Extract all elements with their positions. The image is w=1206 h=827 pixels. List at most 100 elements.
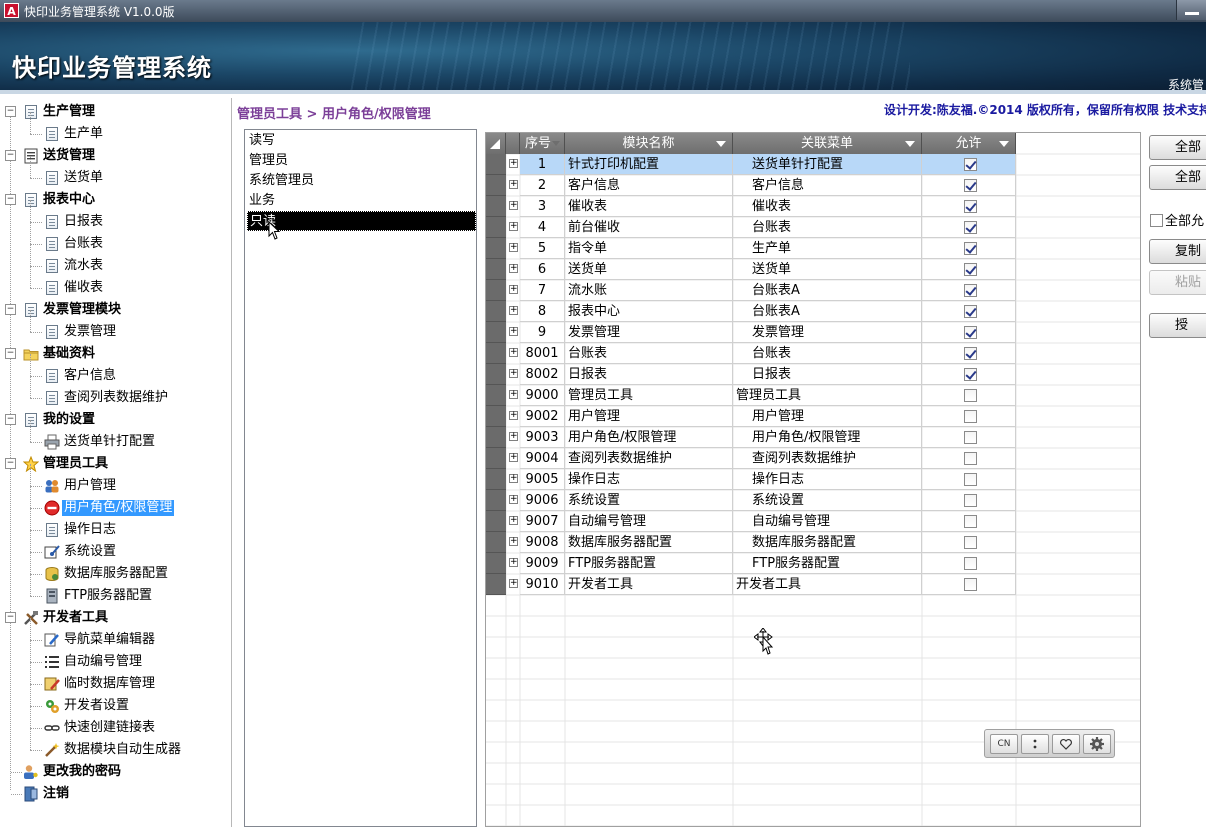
tree-item-28[interactable]: 快速创建链接表 bbox=[0, 706, 231, 738]
row-expander[interactable]: + bbox=[507, 301, 520, 322]
table-row[interactable]: +9000 管理员工具 管理员工具 bbox=[486, 385, 1140, 406]
ime-settings-button[interactable] bbox=[1083, 734, 1111, 754]
copy-button[interactable]: 复制 bbox=[1149, 239, 1206, 264]
row-selector[interactable] bbox=[486, 490, 506, 511]
allow-checkbox[interactable] bbox=[964, 221, 977, 234]
row-selector[interactable] bbox=[486, 532, 506, 553]
role-item[interactable]: 管理员 bbox=[247, 151, 476, 171]
collapse-icon[interactable]: − bbox=[5, 304, 16, 315]
row-selector[interactable] bbox=[486, 217, 506, 238]
allow-checkbox[interactable] bbox=[964, 536, 977, 549]
tree-item-24[interactable]: 导航菜单编辑器 bbox=[0, 618, 231, 650]
row-expander[interactable]: + bbox=[507, 343, 520, 364]
allow-checkbox[interactable] bbox=[964, 158, 977, 171]
tree-item-14[interactable]: − 我的设置 bbox=[0, 410, 231, 430]
tree-item-15[interactable]: 送货单针打配置 bbox=[0, 420, 231, 452]
row-expander[interactable]: + bbox=[507, 196, 520, 217]
tree-item-19[interactable]: 操作日志 bbox=[0, 508, 231, 540]
allow-checkbox[interactable] bbox=[964, 305, 977, 318]
ime-favorite-button[interactable] bbox=[1052, 734, 1080, 754]
allow-checkbox[interactable] bbox=[964, 515, 977, 528]
tree-item-12[interactable]: 客户信息 bbox=[0, 354, 231, 386]
row-selector[interactable] bbox=[486, 196, 506, 217]
role-item[interactable]: 业务 bbox=[247, 191, 476, 211]
ime-punctuation-button[interactable] bbox=[1021, 734, 1049, 754]
header-seq[interactable]: 序号 bbox=[520, 133, 565, 154]
table-row[interactable]: +9004 查阅列表数据维护 查阅列表数据维护 bbox=[486, 448, 1140, 469]
header-module[interactable]: 模块名称 bbox=[565, 133, 733, 154]
role-item[interactable]: 读写 bbox=[247, 131, 476, 151]
row-selector[interactable] bbox=[486, 364, 506, 385]
table-row[interactable]: +9007 自动编号管理 自动编号管理 bbox=[486, 511, 1140, 532]
tree-item-2[interactable]: − 送货管理 bbox=[0, 146, 231, 166]
tree-item-17[interactable]: 用户管理 bbox=[0, 464, 231, 496]
table-row[interactable]: +4 前台催收 台账表 bbox=[486, 217, 1140, 238]
row-expander[interactable]: + bbox=[507, 280, 520, 301]
allow-checkbox[interactable] bbox=[964, 179, 977, 192]
tree-item-23[interactable]: − 开发者工具 bbox=[0, 608, 231, 628]
row-selector[interactable] bbox=[486, 406, 506, 427]
row-expander[interactable]: + bbox=[507, 490, 520, 511]
row-selector[interactable] bbox=[486, 574, 506, 595]
row-selector[interactable] bbox=[486, 322, 506, 343]
row-expander[interactable]: + bbox=[507, 238, 520, 259]
allow-checkbox[interactable] bbox=[964, 410, 977, 423]
allow-checkbox[interactable] bbox=[964, 200, 977, 213]
allow-checkbox[interactable] bbox=[964, 557, 977, 570]
allow-all-checkbox-box[interactable] bbox=[1150, 214, 1163, 227]
header-allow[interactable]: 允许 bbox=[922, 133, 1016, 154]
row-expander[interactable]: + bbox=[507, 364, 520, 385]
clear-all-button[interactable]: 全部 bbox=[1149, 165, 1206, 190]
row-selector[interactable] bbox=[486, 238, 506, 259]
table-row[interactable]: +9010 开发者工具 开发者工具 bbox=[486, 574, 1140, 595]
table-row[interactable]: +9 发票管理 发票管理 bbox=[486, 322, 1140, 343]
tree-item-13[interactable]: 查阅列表数据维护 bbox=[0, 376, 231, 408]
row-selector[interactable] bbox=[486, 448, 506, 469]
tree-item-11[interactable]: − 基础资料 bbox=[0, 344, 231, 364]
tree-item-1[interactable]: 生产单 bbox=[0, 112, 231, 144]
row-selector[interactable] bbox=[486, 259, 506, 280]
table-row[interactable]: +8001 台账表 台账表 bbox=[486, 343, 1140, 364]
row-expander[interactable]: + bbox=[507, 427, 520, 448]
allow-checkbox[interactable] bbox=[964, 284, 977, 297]
tree-item-0[interactable]: − 生产管理 bbox=[0, 102, 231, 122]
tree-item-31[interactable]: 注销 bbox=[0, 784, 231, 804]
collapse-icon[interactable]: − bbox=[5, 150, 16, 161]
collapse-icon[interactable]: − bbox=[5, 612, 16, 623]
row-expander[interactable]: + bbox=[507, 175, 520, 196]
row-expander[interactable]: + bbox=[507, 322, 520, 343]
tree-item-18[interactable]: 用户角色/权限管理 bbox=[0, 486, 231, 518]
collapse-icon[interactable]: − bbox=[5, 106, 16, 117]
tree-item-9[interactable]: − 发票管理模块 bbox=[0, 300, 231, 320]
row-expander[interactable]: + bbox=[507, 217, 520, 238]
tree-item-21[interactable]: 数据库服务器配置 bbox=[0, 552, 231, 584]
table-row[interactable]: +6 送货单 送货单 bbox=[486, 259, 1140, 280]
collapse-icon[interactable]: − bbox=[5, 194, 16, 205]
minimize-button[interactable] bbox=[1176, 0, 1206, 20]
allow-checkbox[interactable] bbox=[964, 473, 977, 486]
table-row[interactable]: +7 流水账 台账表A bbox=[486, 280, 1140, 301]
row-selector[interactable] bbox=[486, 427, 506, 448]
row-selector[interactable] bbox=[486, 280, 506, 301]
row-expander[interactable]: + bbox=[507, 469, 520, 490]
table-row[interactable]: +9003 用户角色/权限管理 用户角色/权限管理 bbox=[486, 427, 1140, 448]
row-selector[interactable] bbox=[486, 553, 506, 574]
table-row[interactable]: +2 客户信息 客户信息 bbox=[486, 175, 1140, 196]
header-menu[interactable]: 关联菜单 bbox=[733, 133, 922, 154]
grant-button[interactable]: 授 bbox=[1149, 313, 1206, 338]
allow-checkbox[interactable] bbox=[964, 494, 977, 507]
row-selector[interactable] bbox=[486, 301, 506, 322]
tree-item-4[interactable]: − 报表中心 bbox=[0, 190, 231, 210]
allow-checkbox[interactable] bbox=[964, 347, 977, 360]
tree-item-26[interactable]: 临时数据库管理 bbox=[0, 662, 231, 694]
row-selector[interactable] bbox=[486, 154, 506, 175]
table-row[interactable]: +9005 操作日志 操作日志 bbox=[486, 469, 1140, 490]
row-expander[interactable]: + bbox=[507, 553, 520, 574]
row-expander[interactable]: + bbox=[507, 385, 520, 406]
table-row[interactable]: +8 报表中心 台账表A bbox=[486, 301, 1140, 322]
row-expander[interactable]: + bbox=[507, 259, 520, 280]
collapse-icon[interactable]: − bbox=[5, 348, 16, 359]
tree-item-10[interactable]: 发票管理 bbox=[0, 310, 231, 342]
tree-item-16[interactable]: − 管理员工具 bbox=[0, 454, 231, 474]
row-expander[interactable]: + bbox=[507, 511, 520, 532]
